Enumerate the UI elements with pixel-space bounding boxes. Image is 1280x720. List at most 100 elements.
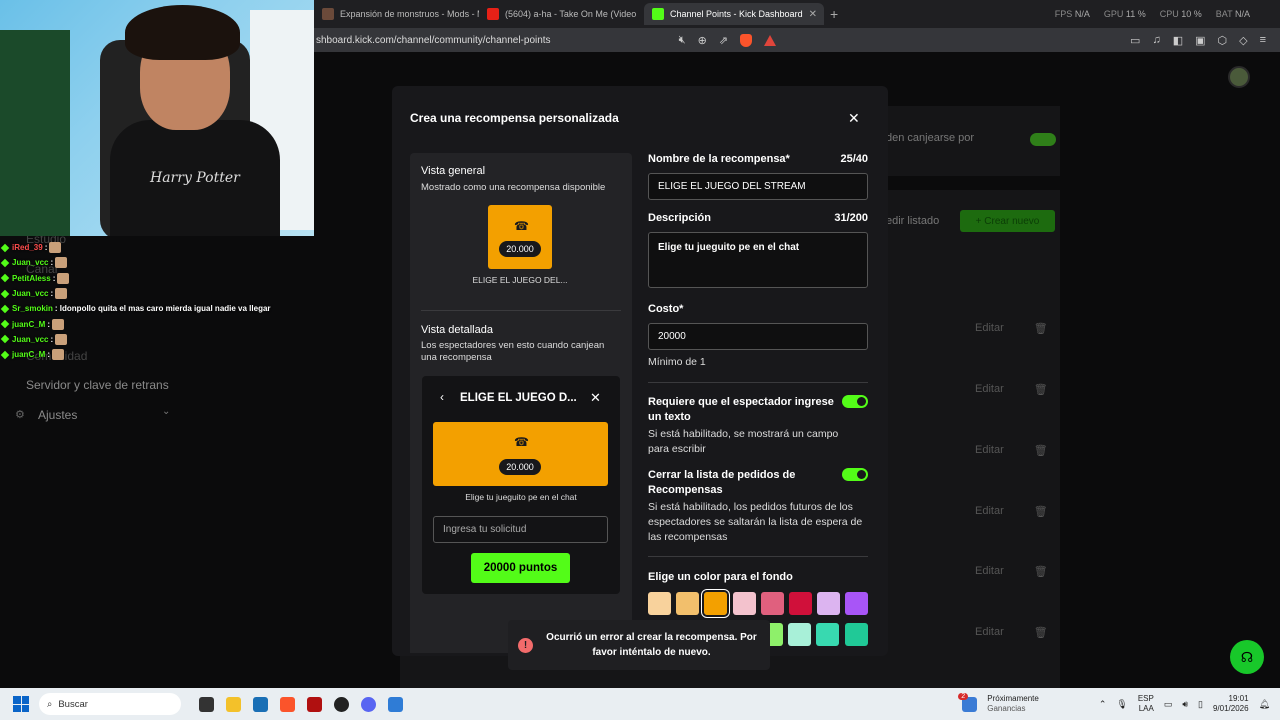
notification-icon[interactable]: 2	[958, 692, 978, 712]
wallet-icon[interactable]: ▣	[1195, 34, 1205, 47]
color-swatch[interactable]	[648, 592, 671, 615]
color-swatch[interactable]	[702, 590, 730, 617]
chat-username[interactable]: iRed_39	[12, 243, 43, 252]
webcam-hair	[125, 5, 240, 60]
close-icon[interactable]: ✕	[590, 390, 601, 406]
edit-button[interactable]: Editar	[975, 383, 1004, 396]
chat-username[interactable]: juanC_M	[12, 350, 45, 359]
music-icon[interactable]: ♫	[1152, 34, 1160, 46]
edit-button[interactable]: Editar	[975, 444, 1004, 457]
back-arrow-icon[interactable]: ‹	[440, 390, 444, 404]
clock[interactable]: 19:01 9/01/2026	[1213, 694, 1249, 714]
windows-start-icon[interactable]	[13, 696, 29, 712]
color-label: Elige un color para el fondo	[648, 571, 793, 583]
youtube-icon	[487, 8, 499, 20]
chat-text: : Idonpollo quita el mas caro mierda igu…	[54, 304, 271, 314]
color-swatch[interactable]	[844, 623, 868, 646]
chat-username[interactable]: Juan_vcc	[12, 335, 48, 344]
cost-minimum: Mínimo de 1	[648, 356, 706, 368]
sidebar-icon[interactable]: ▭	[1130, 34, 1140, 47]
reward-row-actions: Editar 🗑︎	[975, 505, 1048, 518]
chat-username[interactable]: juanC_M	[12, 320, 45, 329]
edit-button[interactable]: Editar	[975, 565, 1004, 578]
color-swatch[interactable]	[760, 592, 784, 615]
trash-icon[interactable]: 🗑︎	[1034, 505, 1048, 518]
language-indicator[interactable]: ESP LAA	[1138, 694, 1154, 714]
edit-button[interactable]: Editar	[975, 505, 1004, 518]
color-swatch[interactable]	[788, 623, 812, 646]
mute-icon[interactable]: 🔇︎	[679, 34, 686, 47]
color-swatch[interactable]	[732, 592, 756, 615]
color-swatch[interactable]	[789, 592, 812, 615]
close-list-toggle[interactable]	[842, 468, 868, 481]
tab-close-icon[interactable]: ✕	[809, 9, 817, 20]
app-icon[interactable]	[307, 696, 322, 712]
share-icon[interactable]: ⇗	[719, 34, 728, 47]
description-textarea[interactable]: Elige tu jueguito pe en el chat	[648, 232, 868, 288]
menu-icon[interactable]: ≡	[1260, 34, 1266, 46]
new-tab-button[interactable]: +	[830, 6, 838, 22]
network-icon[interactable]: ▭	[1164, 699, 1173, 710]
close-icon[interactable]: ✕	[848, 110, 860, 127]
store-icon[interactable]	[253, 696, 268, 712]
name-input[interactable]: ELIGE EL JUEGO DEL STREAM	[648, 173, 868, 200]
battery-icon[interactable]: ▯	[1198, 699, 1203, 710]
obs-icon[interactable]	[334, 696, 349, 712]
trash-icon[interactable]: 🗑︎	[1034, 322, 1048, 335]
zoom-icon[interactable]: ⊕	[698, 34, 707, 47]
gift-icon: ☎	[514, 435, 529, 449]
brave-shield-icon[interactable]	[740, 33, 753, 47]
divider	[648, 382, 868, 383]
volume-icon[interactable]: 🔊︎	[1182, 699, 1188, 710]
chat-username[interactable]: Juan_vcc	[12, 289, 48, 298]
trash-icon[interactable]: 🗑︎	[1034, 383, 1048, 396]
help-chat-button[interactable]: ☊	[1230, 640, 1264, 674]
tab-kick-dashboard[interactable]: Channel Points - Kick Dashboard ✕	[644, 3, 824, 25]
require-text-toggle[interactable]	[842, 395, 868, 408]
redeem-button[interactable]: 20000 puntos	[471, 553, 570, 583]
extensions-icon[interactable]: ⬡	[1218, 34, 1228, 47]
file-explorer-icon[interactable]	[226, 696, 241, 712]
brave-icon[interactable]	[280, 696, 295, 712]
mic-icon[interactable]: 🎙︎	[1116, 699, 1127, 710]
taskbar-search[interactable]: ⌕ Buscar	[39, 693, 181, 715]
overview-subtitle: Mostrado como una recompensa disponible	[421, 182, 606, 193]
user-avatar[interactable]	[1228, 66, 1250, 88]
setting-toggle[interactable]	[1030, 133, 1056, 146]
reward-card-small: ☎ 20.000	[488, 205, 552, 269]
discord-icon[interactable]	[361, 696, 376, 712]
color-swatch[interactable]	[816, 623, 840, 646]
taskbar-apps	[199, 696, 403, 712]
task-view-icon[interactable]	[199, 696, 214, 712]
trash-icon[interactable]: 🗑︎	[1034, 626, 1048, 639]
chat-username[interactable]: Juan_vcc	[12, 258, 48, 267]
list-order-label[interactable]: edir listado	[886, 215, 939, 227]
url-text[interactable]: shboard.kick.com/channel/community/chann…	[314, 35, 551, 46]
edit-button[interactable]: Editar	[975, 322, 1004, 335]
vpn-icon[interactable]: ◇	[1239, 34, 1247, 47]
panel-icon[interactable]: ◧	[1173, 34, 1183, 47]
bat-stat: BAT N/A	[1215, 9, 1250, 19]
sidebar-item-settings[interactable]: Ajustes	[38, 408, 77, 422]
brave-rewards-icon[interactable]	[764, 34, 777, 46]
chat-username[interactable]: Sr_smokin	[12, 304, 53, 313]
request-input[interactable]: Ingresa tu solicitud	[433, 516, 608, 543]
tray-chevron-icon[interactable]: ⌃	[1099, 699, 1107, 710]
trash-icon[interactable]: 🗑︎	[1034, 444, 1048, 457]
bell-icon[interactable]: 🔔︎	[1259, 699, 1270, 710]
cost-input[interactable]: 20000	[648, 323, 868, 350]
create-new-button[interactable]: + Crear nuevo	[960, 210, 1055, 232]
sidebar-item-stream-key[interactable]: Servidor y clave de retrans	[26, 378, 169, 392]
color-swatch[interactable]	[817, 592, 841, 615]
notes-icon[interactable]	[388, 696, 403, 712]
chat-username[interactable]: PetitAless	[12, 274, 51, 283]
chevron-down-icon[interactable]: ⌄	[162, 406, 170, 417]
edit-button[interactable]: Editar	[975, 626, 1004, 639]
address-bar[interactable]: shboard.kick.com/channel/community/chann…	[314, 28, 1280, 52]
tab-mods[interactable]: Expansión de monstruos - Mods - M	[314, 3, 479, 25]
tab-youtube[interactable]: (5604) a-ha - Take On Me (Video	[479, 3, 644, 25]
color-swatch[interactable]	[845, 592, 869, 615]
widget-notice[interactable]: Próximamente Ganancias	[987, 694, 1039, 714]
color-swatch[interactable]	[676, 592, 700, 615]
trash-icon[interactable]: 🗑︎	[1034, 565, 1048, 578]
